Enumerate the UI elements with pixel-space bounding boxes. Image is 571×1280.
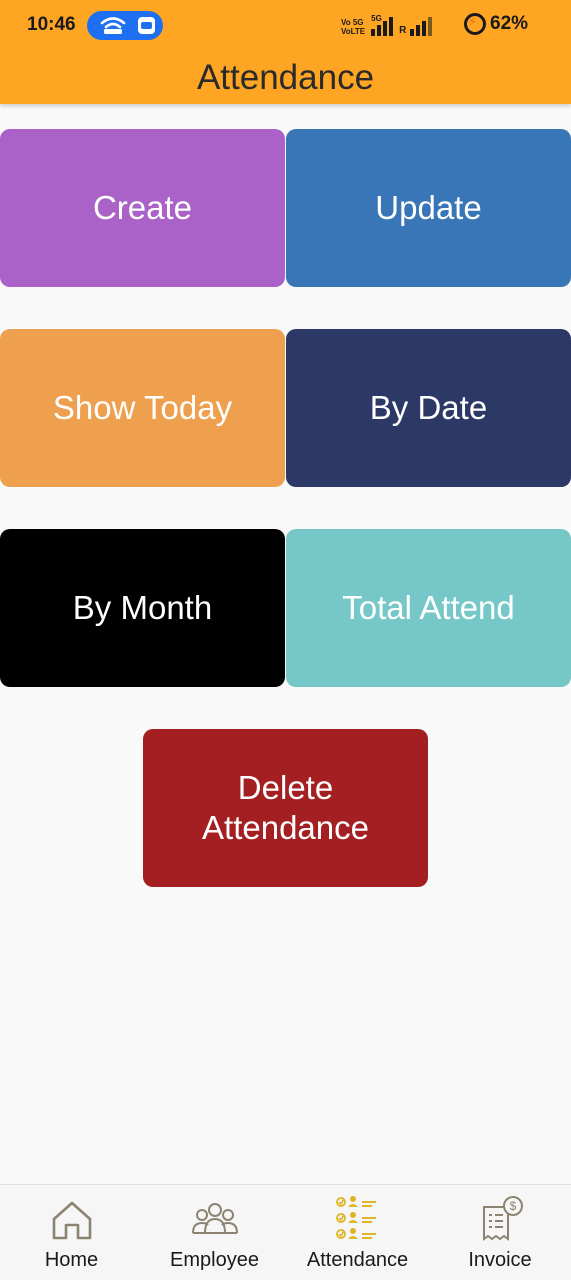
create-button[interactable]: Create xyxy=(0,129,285,287)
nav-attendance[interactable]: Attendance xyxy=(286,1185,429,1280)
status-pill xyxy=(87,11,163,40)
battery-status: 62% xyxy=(464,13,528,35)
nav-home[interactable]: Home xyxy=(0,1185,143,1280)
network-status: Vo 5G VoLTE 5G R xyxy=(341,14,433,36)
update-button[interactable]: Update xyxy=(286,129,571,287)
by-month-button[interactable]: By Month xyxy=(0,529,285,687)
svg-text:$: $ xyxy=(510,1199,517,1213)
signal-strength-2-icon xyxy=(410,16,433,36)
nav-home-label: Home xyxy=(44,1249,99,1271)
home-icon xyxy=(52,1201,91,1240)
volte-indicator: Vo 5G VoLTE xyxy=(341,18,366,36)
battery-charging-icon xyxy=(464,13,486,35)
nav-attendance-label: Attendance xyxy=(306,1249,409,1271)
roaming-indicator: R xyxy=(399,25,407,36)
app-header: 10:46 Vo 5G VoLTE 5G R 62% Attendance xyxy=(0,0,571,104)
by-date-button[interactable]: By Date xyxy=(286,329,571,487)
app-notification-icon xyxy=(138,17,155,34)
nav-invoice[interactable]: $ Invoice xyxy=(429,1185,571,1280)
delete-attendance-button[interactable]: Delete Attendance xyxy=(143,729,428,887)
page-title: Attendance xyxy=(196,58,375,97)
status-time: 10:46 xyxy=(27,14,76,35)
total-attend-button[interactable]: Total Attend xyxy=(286,529,571,687)
delete-label-line2: Attendance xyxy=(202,809,369,846)
battery-percent: 62% xyxy=(490,13,529,34)
bottom-navigation: Home Employee Attendance $ Invoice xyxy=(0,1184,571,1280)
hotspot-icon xyxy=(100,17,126,34)
nav-invoice-label: Invoice xyxy=(468,1249,532,1271)
invoice-icon: $ xyxy=(483,1196,523,1241)
delete-label-line1: Delete xyxy=(237,769,334,807)
employees-icon xyxy=(191,1203,238,1234)
signal-strength-icon: 5G xyxy=(371,14,394,36)
nav-employee[interactable]: Employee xyxy=(143,1185,286,1280)
attendance-checklist-icon xyxy=(335,1196,376,1239)
nav-employee-label: Employee xyxy=(170,1249,259,1271)
show-today-button[interactable]: Show Today xyxy=(0,329,285,487)
